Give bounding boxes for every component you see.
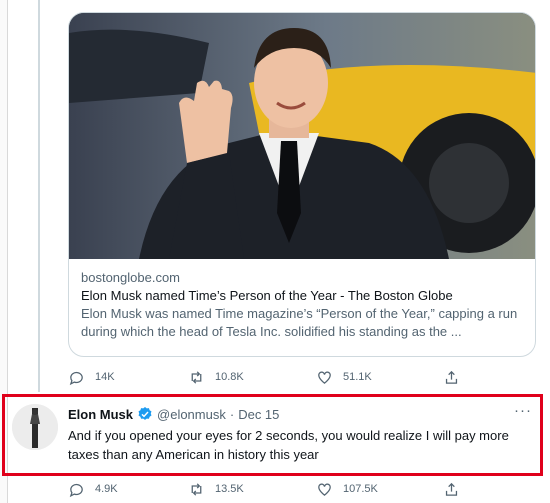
retweet-count: 10.8K [215,371,244,383]
author-handle[interactable]: @elonmusk [157,407,226,422]
retweet-count: 13.5K [215,483,244,495]
more-icon[interactable]: ··· [514,402,532,419]
tweet-date[interactable]: Dec 15 [238,407,279,422]
card-domain: bostonglobe.com [81,270,181,285]
card-image[interactable] [69,13,535,259]
reply-count: 14K [95,371,115,383]
retweet-button[interactable]: 13.5K [188,479,244,499]
retweet-icon [191,370,202,384]
avatar-image [12,404,58,450]
like-count: 51.1K [343,371,372,383]
second-tweet-actions: 4.9K 13.5K 107.5K [68,479,468,499]
avatar[interactable] [12,404,58,450]
share-button[interactable] [443,479,460,499]
separator-dot: · [229,406,235,422]
author-name[interactable]: Elon Musk [68,407,133,422]
tweet-text: And if you opened your eyes for 2 second… [68,428,509,462]
reply-icon [69,483,83,497]
tweet-header: Elon Musk @elonmusk · Dec 15 [68,405,279,423]
card-title: Elon Musk named Time’s Person of the Yea… [81,288,453,303]
retweet-button[interactable]: 10.8K [188,367,244,387]
like-icon [318,483,331,496]
share-icon [445,482,458,496]
reply-button[interactable]: 14K [68,367,115,387]
share-button[interactable] [443,367,460,387]
share-icon [445,370,458,384]
retweet-icon [191,482,202,496]
first-tweet-actions: 14K 10.8K 51.1K [68,367,468,387]
like-button[interactable]: 107.5K [316,479,378,499]
thread-line [38,0,40,392]
photo-elon-musk [69,13,535,259]
like-button[interactable]: 51.1K [316,367,372,387]
reply-count: 4.9K [95,483,118,495]
like-count: 107.5K [343,483,378,495]
reply-icon [69,371,83,385]
reply-button[interactable]: 4.9K [68,479,118,499]
link-preview-card[interactable]: bostonglobe.com Elon Musk named Time’s P… [68,12,536,357]
card-description: Elon Musk was named Time magazine’s “Per… [81,306,518,339]
like-icon [318,371,331,384]
verified-badge-icon [138,407,152,420]
